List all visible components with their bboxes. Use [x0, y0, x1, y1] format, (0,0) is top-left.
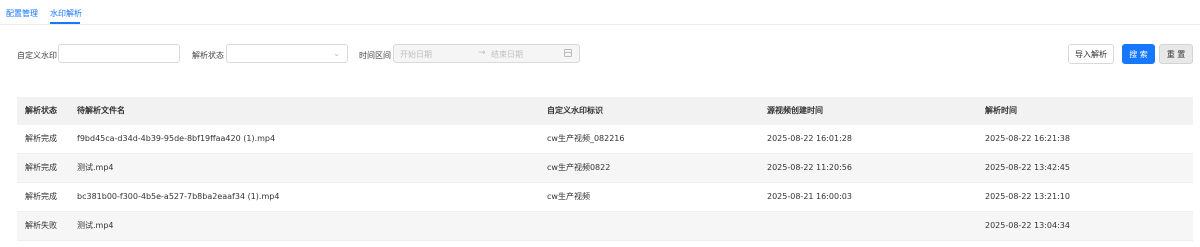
table-row[interactable]: 解析失败 测试.mp4 2025-08-22 13:04:34: [17, 212, 1193, 241]
table-row[interactable]: 解析完成 测试.mp4 cw生产视频0822 2025-08-22 11:20:…: [17, 154, 1193, 183]
results-table: 解析状态 待解析文件名 自定义水印标识 源视频创建时间 解析时间 解析完成 f9…: [17, 97, 1193, 241]
cell-parse-time: 2025-08-22 16:21:38: [985, 134, 1070, 143]
cell-parse-time: 2025-08-22 13:21:10: [985, 192, 1070, 201]
search-button[interactable]: 搜 索: [1122, 44, 1155, 64]
tab-config-management[interactable]: 配置管理: [6, 8, 38, 19]
cell-source-created-time: 2025-08-22 11:20:56: [767, 163, 852, 172]
cell-parse-time: 2025-08-22 13:42:45: [985, 163, 1070, 172]
header-status: 解析状态: [25, 106, 57, 115]
reset-button[interactable]: 重 置: [1159, 44, 1193, 64]
cell-filename: f9bd45ca-d34d-4b39-95de-8bf19ffaa420 (1)…: [77, 134, 276, 143]
cell-status: 解析完成: [25, 192, 57, 201]
header-source-created-time: 源视频创建时间: [767, 106, 823, 115]
table-header: 解析状态 待解析文件名 自定义水印标识 源视频创建时间 解析时间: [17, 97, 1193, 125]
cell-parse-time: 2025-08-22 13:04:34: [985, 221, 1070, 230]
header-parse-time: 解析时间: [985, 106, 1017, 115]
status-label: 解析状态: [192, 51, 224, 60]
time-range-label: 时间区间: [359, 51, 391, 60]
start-date-input[interactable]: 开始日期: [400, 49, 432, 60]
header-filename: 待解析文件名: [77, 106, 125, 115]
tab-bar: 配置管理 水印解析: [0, 0, 1200, 25]
arrow-right-icon: →: [478, 48, 486, 58]
cell-status: 解析完成: [25, 163, 57, 172]
tab-watermark-parse[interactable]: 水印解析: [50, 8, 82, 19]
active-tab-indicator: [50, 22, 80, 24]
custom-watermark-label: 自定义水印: [17, 51, 57, 60]
cell-source-created-time: 2025-08-21 16:00:03: [767, 192, 852, 201]
header-watermark-id: 自定义水印标识: [547, 106, 603, 115]
import-parse-button[interactable]: 导入解析: [1068, 44, 1114, 64]
table-row[interactable]: 解析完成 bc381b00-f300-4b5e-a527-7b8ba2eaaf3…: [17, 183, 1193, 212]
status-select[interactable]: ⌄: [226, 44, 348, 63]
cell-watermark-id: cw生产视频0822: [547, 163, 611, 172]
cell-filename: bc381b00-f300-4b5e-a527-7b8ba2eaaf34 (1)…: [77, 192, 280, 201]
custom-watermark-input[interactable]: [58, 44, 180, 63]
cell-watermark-id: cw生产视频_082216: [547, 134, 625, 143]
calendar-icon: [564, 49, 572, 57]
cell-watermark-id: cw生产视频: [547, 192, 590, 201]
cell-status: 解析完成: [25, 134, 57, 143]
cell-filename: 测试.mp4: [77, 221, 114, 230]
cell-source-created-time: 2025-08-22 16:01:28: [767, 134, 852, 143]
cell-filename: 测试.mp4: [77, 163, 114, 172]
chevron-down-icon: ⌄: [333, 49, 340, 58]
end-date-input[interactable]: 结束日期: [491, 49, 523, 60]
table-row[interactable]: 解析完成 f9bd45ca-d34d-4b39-95de-8bf19ffaa42…: [17, 125, 1193, 154]
cell-status: 解析失败: [25, 221, 57, 230]
date-range-picker[interactable]: 开始日期 → 结束日期: [393, 44, 580, 63]
